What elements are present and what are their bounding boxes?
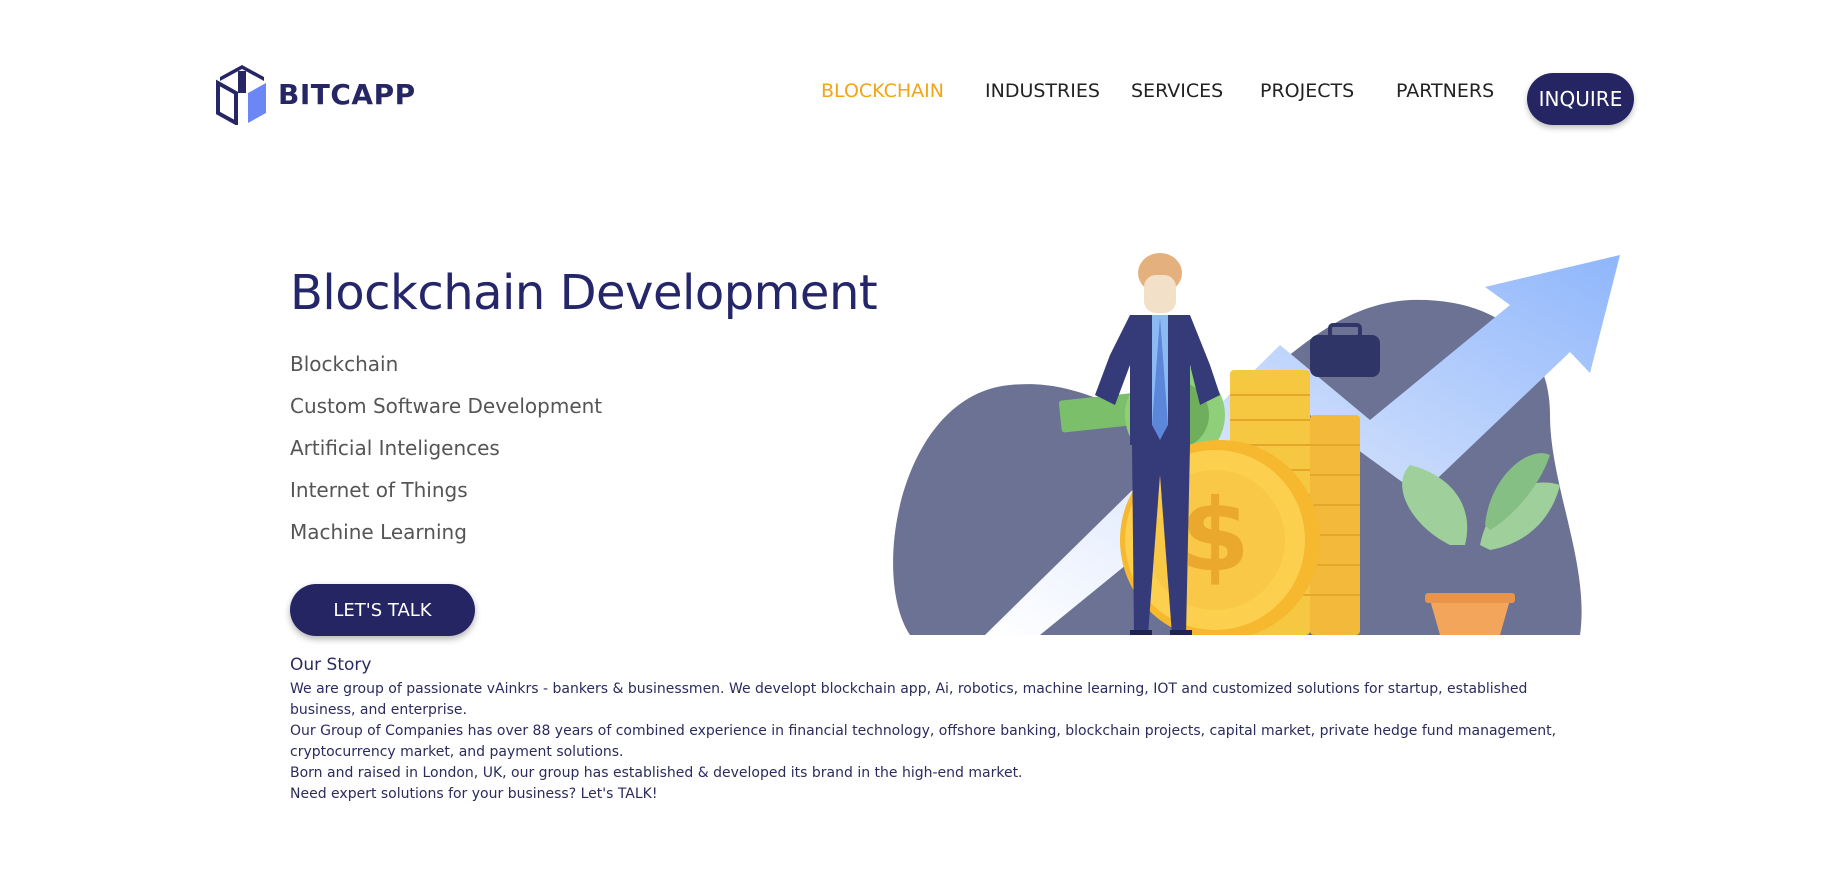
hero-illustration: $ [893,253,1620,635]
lets-talk-button[interactable]: LET'S TALK [290,584,475,636]
brand-name: BITCAPP [278,77,416,111]
story-paragraph: Need expert solutions for your business?… [290,786,658,802]
story-paragraph: We are group of passionate vAinkrs - ban… [290,681,1528,718]
list-item: Artificial Inteligences [290,436,500,460]
nav-item-services[interactable]: SERVICES [1131,80,1223,102]
story-paragraph: Our Group of Companies has over 88 years… [290,723,1557,760]
list-item: Internet of Things [290,478,468,502]
nav-item-partners[interactable]: PARTNERS [1396,80,1494,102]
nav-item-blockchain[interactable]: BLOCKCHAIN [821,80,944,102]
nav-item-industries[interactable]: INDUSTRIES [985,80,1100,102]
cube-logo-icon [216,65,266,125]
nav-item-projects[interactable]: PROJECTS [1260,80,1354,102]
story-title: Our Story [290,655,372,675]
brand-logo[interactable]: BITCAPP [214,63,416,125]
our-story-section: Our Story We are group of passionate vAi… [290,655,1590,805]
list-item: Machine Learning [290,520,467,544]
service-list: Blockchain Custom Software Development A… [290,350,602,560]
inquire-button[interactable]: INQUIRE [1527,73,1634,125]
page-title: Blockchain Development [290,265,878,321]
svg-text:$: $ [1180,477,1250,594]
story-paragraph: Born and raised in London, UK, our group… [290,765,1023,781]
list-item: Blockchain [290,352,399,376]
site-header: BITCAPP BLOCKCHAIN INDUSTRIES SERVICES P… [0,0,1831,140]
list-item: Custom Software Development [290,394,603,418]
